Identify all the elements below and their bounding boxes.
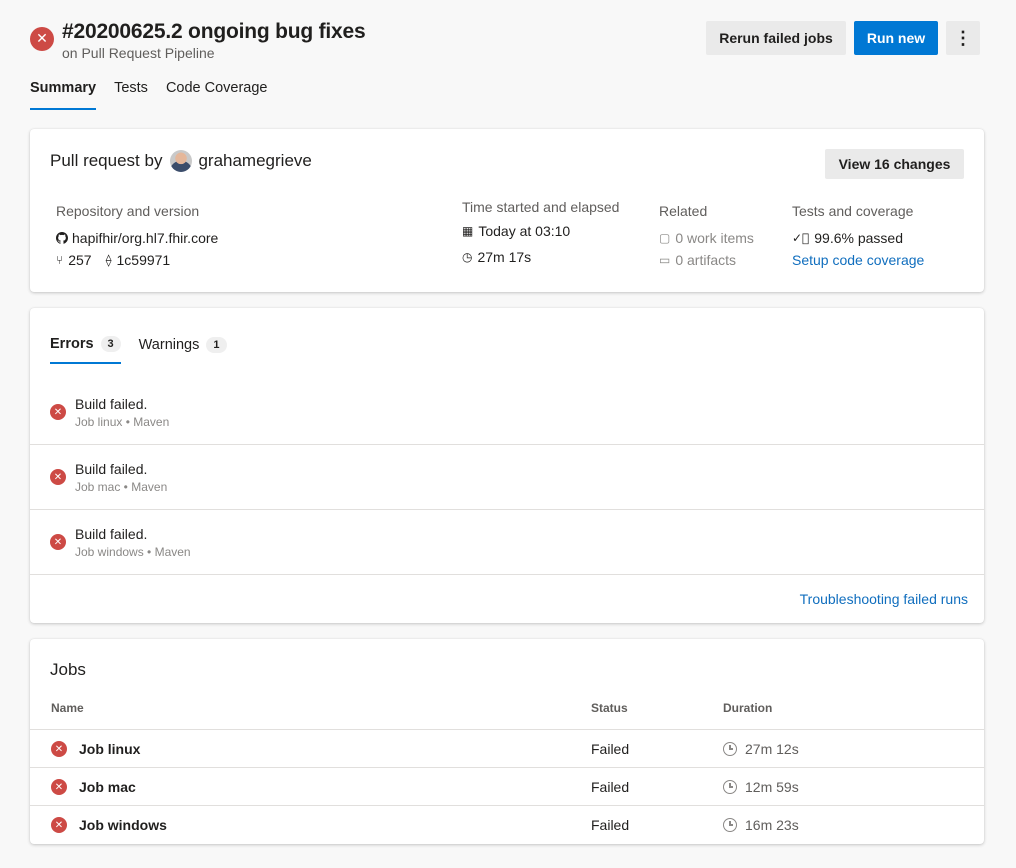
pr-number[interactable]: 257 [68, 252, 91, 268]
job-duration: 12m 59s [723, 779, 799, 795]
issues-tabs: Errors 3 Warnings 1 [50, 336, 245, 364]
clock-icon: ◷ [462, 250, 473, 264]
duration-value: 16m 23s [745, 817, 799, 833]
check-circle-icon: ✓⃝ [792, 231, 810, 245]
job-name: Job mac [79, 779, 136, 795]
related-section: Related ▢ 0 work items ▭ 0 artifacts [659, 203, 754, 271]
clock-icon [723, 742, 737, 756]
coverage-value: Setup code coverage [792, 249, 924, 271]
pull-request-line: Pull request by grahamegrieve [50, 150, 312, 172]
clock-icon [723, 780, 737, 794]
job-status: Failed [591, 779, 630, 795]
jobs-title: Jobs [50, 660, 86, 679]
started-value: ▦ Today at 03:10 [462, 220, 619, 242]
errors-count-badge: 3 [100, 336, 121, 352]
error-title: Build failed. [75, 461, 148, 477]
error-title: Build failed. [75, 396, 148, 412]
pr-prefix: Pull request by [50, 151, 163, 170]
repository-label: Repository and version [56, 203, 200, 219]
work-items-count: 0 work items [675, 230, 754, 246]
repository-value[interactable]: hapifhir/org.hl7.fhir.core [56, 227, 218, 249]
version-value: ⑂ 257 ⟠ 1c59971 [56, 249, 218, 271]
column-header-name: Name [51, 701, 84, 715]
view-changes-button[interactable]: View 16 changes [825, 149, 964, 179]
github-icon [56, 232, 68, 244]
tab-tests[interactable]: Tests [114, 80, 148, 110]
failed-icon: ✕ [51, 741, 67, 757]
error-item[interactable]: ✕ Build failed. Job linux • Maven [30, 380, 984, 445]
artifact-icon: ▭ [659, 253, 671, 267]
time-label: Time started and elapsed [462, 199, 620, 215]
error-icon: ✕ [50, 404, 66, 420]
jobs-card: Jobs Name Status Duration ✕ Job linux Fa… [30, 639, 984, 844]
tests-passed: 99.6% passed [814, 230, 903, 246]
error-source: Job windows • Maven [75, 545, 191, 559]
tests-value[interactable]: ✓⃝ 99.6% passed [792, 227, 924, 249]
job-status: Failed [591, 817, 630, 833]
clock-icon [723, 818, 737, 832]
pull-request-icon: ⑂ [56, 253, 64, 267]
pipeline-name[interactable]: on Pull Request Pipeline [62, 45, 215, 61]
error-item[interactable]: ✕ Build failed. Job windows • Maven [30, 510, 984, 575]
duration-value: 12m 59s [745, 779, 799, 795]
elapsed-value: ◷ 27m 17s [462, 246, 619, 268]
error-item[interactable]: ✕ Build failed. Job mac • Maven [30, 445, 984, 510]
elapsed-time: 27m 17s [477, 249, 532, 265]
tab-summary[interactable]: Summary [30, 80, 97, 110]
failed-icon: ✕ [51, 779, 67, 795]
time-section: Time started and elapsed ▦ Today at 03:1… [462, 199, 619, 268]
commit-id[interactable]: 1c59971 [117, 252, 171, 268]
tests-section: Tests and coverage ✓⃝ 99.6% passed Setup… [792, 203, 924, 271]
warnings-tab-label: Warnings [138, 337, 200, 353]
calendar-icon: ▦ [462, 224, 474, 238]
job-name: Job linux [79, 741, 141, 757]
artifacts-value: ▭ 0 artifacts [659, 249, 754, 271]
work-items-value: ▢ 0 work items [659, 227, 754, 249]
avatar[interactable] [170, 150, 193, 172]
run-new-button[interactable]: Run new [854, 21, 938, 55]
tab-errors[interactable]: Errors 3 [50, 336, 121, 364]
job-status: Failed [591, 741, 630, 757]
rerun-failed-jobs-button[interactable]: Rerun failed jobs [706, 21, 846, 55]
artifacts-count: 0 artifacts [675, 252, 737, 268]
troubleshooting-link[interactable]: Troubleshooting failed runs [800, 591, 968, 607]
job-duration: 27m 12s [723, 741, 799, 757]
failed-icon: ✕ [51, 817, 67, 833]
table-row[interactable]: ✕ Job linux Failed 27m 12s [30, 729, 984, 767]
run-title: #20200625.2 ongoing bug fixes [62, 20, 366, 43]
failed-status-icon: ✕ [30, 27, 54, 51]
column-header-status: Status [591, 701, 628, 715]
author-name[interactable]: grahamegrieve [198, 151, 311, 171]
error-title: Build failed. [75, 526, 148, 542]
repository-name: hapifhir/org.hl7.fhir.core [72, 230, 219, 246]
column-header-duration: Duration [723, 701, 773, 715]
related-label: Related [659, 203, 708, 219]
commit-icon: ⟠ [105, 253, 112, 267]
setup-coverage-link[interactable]: Setup code coverage [792, 252, 924, 268]
error-source: Job linux • Maven [75, 415, 170, 429]
started-time: Today at 03:10 [478, 223, 571, 239]
work-item-icon: ▢ [659, 231, 671, 245]
errors-tab-label: Errors [50, 336, 94, 352]
table-row[interactable]: ✕ Job windows Failed 16m 23s [30, 805, 984, 843]
page-tabs: Summary Tests Code Coverage [30, 80, 286, 110]
duration-value: 27m 12s [745, 741, 799, 757]
summary-card: Pull request by grahamegrieve View 16 ch… [30, 129, 984, 292]
table-row[interactable]: ✕ Job mac Failed 12m 59s [30, 767, 984, 805]
warnings-count-badge: 1 [206, 337, 227, 353]
job-duration: 16m 23s [723, 817, 799, 833]
more-actions-button[interactable]: ⋮ [946, 21, 980, 55]
tests-label: Tests and coverage [792, 203, 914, 219]
tab-warnings[interactable]: Warnings 1 [139, 336, 227, 364]
job-name: Job windows [79, 817, 167, 833]
repository-section: Repository and version hapifhir/org.hl7.… [56, 203, 218, 271]
tab-code-coverage[interactable]: Code Coverage [166, 80, 268, 110]
error-source: Job mac • Maven [75, 480, 168, 494]
issues-card: Errors 3 Warnings 1 ✕ Build failed. Job … [30, 308, 984, 623]
error-icon: ✕ [50, 469, 66, 485]
error-icon: ✕ [50, 534, 66, 550]
